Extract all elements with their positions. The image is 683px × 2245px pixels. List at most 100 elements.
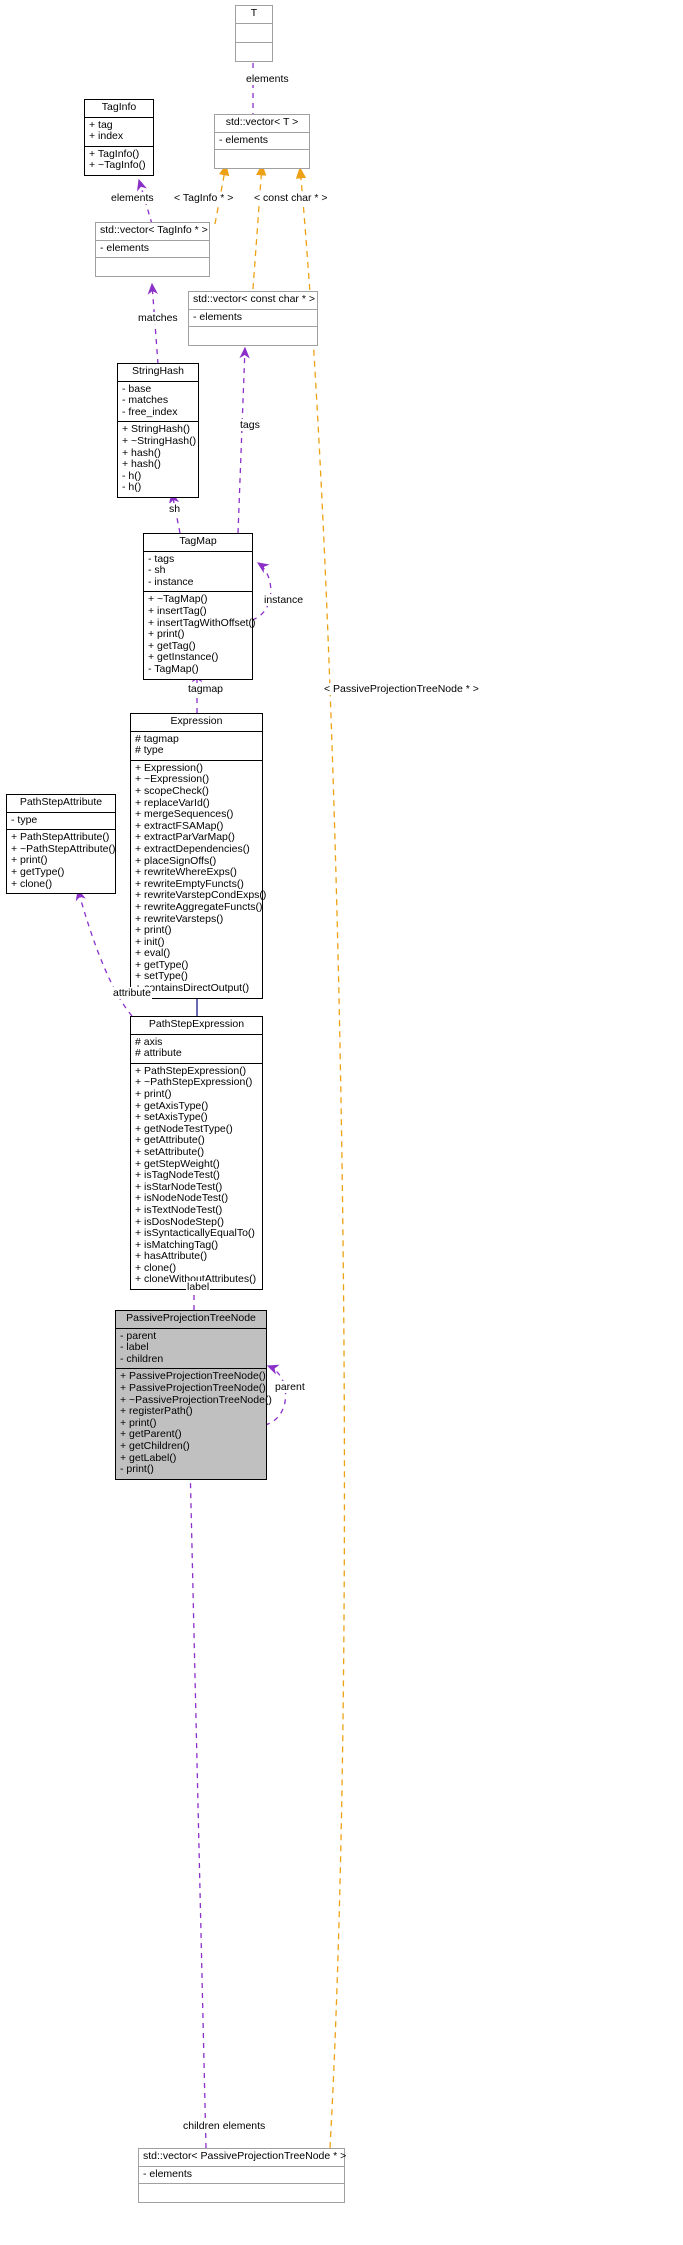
- edge-label-parent: parent: [274, 1381, 306, 1393]
- class-attributes: # tagmap # type: [131, 732, 262, 761]
- operation-row: [143, 2186, 340, 2199]
- edge-tagmap-tags: [237, 346, 250, 534]
- attribute-row: [240, 26, 268, 39]
- class-attributes: [236, 24, 272, 43]
- operation-row: + print(): [148, 628, 185, 641]
- attribute-row: - free_index: [122, 405, 178, 418]
- operation-row: [240, 45, 268, 58]
- class-box-tagmap[interactable]: TagMap - tags - sh - instance + ~TagMap(…: [143, 533, 255, 680]
- edge-label-attribute: attribute: [112, 987, 152, 999]
- operation-row: + hash(): [122, 458, 161, 471]
- operation-row: + getChildren(): [120, 1439, 190, 1452]
- edge-label-elements-t: elements: [245, 73, 290, 85]
- attribute-row: # type: [135, 744, 164, 757]
- class-attributes: # axis # attribute: [131, 1035, 262, 1064]
- class-attributes: - parent - label - children: [116, 1329, 266, 1370]
- class-title: std::vector< const char * >: [189, 292, 317, 310]
- class-box-pathstepexpression[interactable]: PathStepExpression # axis # attribute + …: [130, 1016, 263, 1291]
- edge-label-tags: tags: [239, 419, 261, 431]
- class-attributes: - type: [7, 813, 115, 831]
- operation-row: [193, 329, 313, 342]
- attribute-row: - elements: [193, 310, 243, 323]
- operation-row: + ~StringHash(): [122, 434, 197, 447]
- operation-row: + extractDependencies(): [135, 842, 250, 855]
- class-box-expression[interactable]: Expression # tagmap # type + Expression(…: [130, 713, 266, 999]
- edge-label-label: label: [186, 1281, 211, 1293]
- edge-label-template-constchar: < const char * >: [253, 192, 329, 204]
- class-operations: + StringHash() + ~StringHash() + hash() …: [118, 422, 198, 497]
- operation-row: + rewriteAggregateFuncts(): [135, 900, 263, 913]
- operation-row: + isTagNodeTest(): [135, 1169, 220, 1182]
- class-box-t[interactable]: T: [235, 5, 273, 62]
- class-title: Expression: [131, 714, 262, 732]
- class-attributes: - elements: [189, 310, 317, 328]
- operation-row: - h(): [122, 481, 142, 494]
- class-attributes: - elements: [215, 133, 309, 151]
- class-title: PathStepExpression: [131, 1017, 262, 1035]
- class-attributes: - elements: [96, 241, 209, 259]
- class-operations: + Expression() + ~Expression() + scopeCh…: [131, 761, 266, 998]
- class-attributes: + tag + index: [85, 118, 153, 147]
- operation-row: + PassiveProjectionTreeNode(): [120, 1381, 266, 1394]
- class-operations: + PathStepExpression() + ~PathStepExpres…: [131, 1064, 262, 1289]
- class-title: std::vector< PassiveProjectionTreeNode *…: [139, 2149, 346, 2167]
- edge-tagmap-instance: [251, 562, 272, 621]
- class-title: TagInfo: [85, 100, 153, 118]
- operation-row: [100, 260, 205, 273]
- class-box-stringhash[interactable]: StringHash - base - matches - free_index…: [117, 363, 199, 498]
- class-operations: [189, 327, 317, 345]
- attribute-row: + index: [89, 130, 124, 143]
- attribute-row: - children: [120, 1352, 164, 1365]
- class-title: std::vector< T >: [215, 115, 309, 133]
- class-operations: + TagInfo() + ~TagInfo(): [85, 147, 153, 175]
- attribute-row: - type: [11, 813, 38, 826]
- class-box-pathstepattribute[interactable]: PathStepAttribute - type + PathStepAttri…: [6, 794, 116, 895]
- class-box-passiveprojectiontreenode[interactable]: PassiveProjectionTreeNode - parent - lab…: [115, 1310, 272, 1480]
- class-title: PassiveProjectionTreeNode: [116, 1311, 266, 1329]
- operation-row: + print(): [135, 1087, 172, 1100]
- edge-stringhash-matches: [147, 282, 159, 365]
- class-box-vector-pptn[interactable]: std::vector< PassiveProjectionTreeNode *…: [138, 2148, 346, 2204]
- operation-row: + isTextNodeTest(): [135, 1203, 223, 1216]
- edge-label-sh: sh: [168, 503, 182, 515]
- edge-label-elements-taginfo: elements: [110, 192, 155, 204]
- class-box-taginfo[interactable]: TagInfo + tag + index + TagInfo() + ~Tag…: [84, 99, 154, 176]
- class-operations: + PathStepAttribute() + ~PathStepAttribu…: [7, 830, 115, 893]
- class-box-vector-constchar[interactable]: std::vector< const char * > - elements: [188, 291, 318, 347]
- edge-label-template-taginfo: < TagInfo * >: [173, 192, 235, 204]
- attribute-row: - elements: [219, 133, 269, 146]
- operation-row: [219, 152, 305, 165]
- class-title: T: [236, 6, 272, 24]
- operation-row: + setAttribute(): [135, 1145, 205, 1158]
- edge-label-tagmap: tagmap: [187, 683, 225, 695]
- class-operations: [215, 150, 309, 168]
- operation-row: + ~TagInfo(): [89, 159, 146, 172]
- operation-row: - print(): [120, 1463, 154, 1476]
- edge-label-template-pptn: < PassiveProjectionTreeNode * >: [323, 683, 480, 695]
- edge-label-instance: instance: [263, 594, 305, 606]
- relationship-edges: [75, 49, 346, 2149]
- operation-row: + scopeCheck(): [135, 784, 209, 797]
- class-operations: [139, 2184, 344, 2202]
- class-title: PathStepAttribute: [7, 795, 115, 813]
- operation-row: + isSyntacticallyEqualTo(): [135, 1227, 255, 1240]
- operation-row: + setAxisType(): [135, 1111, 208, 1124]
- class-operations: + ~TagMap() + insertTag() + insertTagWit…: [144, 592, 255, 678]
- attribute-row: # attribute: [135, 1047, 182, 1060]
- operation-row: - TagMap(): [148, 662, 199, 675]
- class-box-vector-taginfo[interactable]: std::vector< TagInfo * > - elements: [95, 222, 210, 278]
- class-operations: + PassiveProjectionTreeNode() + PassiveP…: [116, 1369, 272, 1478]
- class-box-vector-t[interactable]: std::vector< T > - elements: [214, 114, 310, 170]
- class-title: StringHash: [118, 364, 198, 382]
- operation-row: + insertTag(): [148, 604, 207, 617]
- operation-row: + mergeSequences(): [135, 808, 234, 821]
- operation-row: + containsDirectOutput(): [135, 982, 250, 995]
- operation-row: + getType(): [11, 865, 65, 878]
- class-attributes: - tags - sh - instance: [144, 552, 252, 593]
- class-attributes: - base - matches - free_index: [118, 382, 198, 423]
- edge-template-pptn: [295, 166, 346, 2149]
- class-title: std::vector< TagInfo * >: [96, 223, 209, 241]
- operation-row: + clone(): [11, 877, 53, 890]
- class-operations: [236, 43, 272, 61]
- operation-row: + rewriteWhereExps(): [135, 866, 237, 879]
